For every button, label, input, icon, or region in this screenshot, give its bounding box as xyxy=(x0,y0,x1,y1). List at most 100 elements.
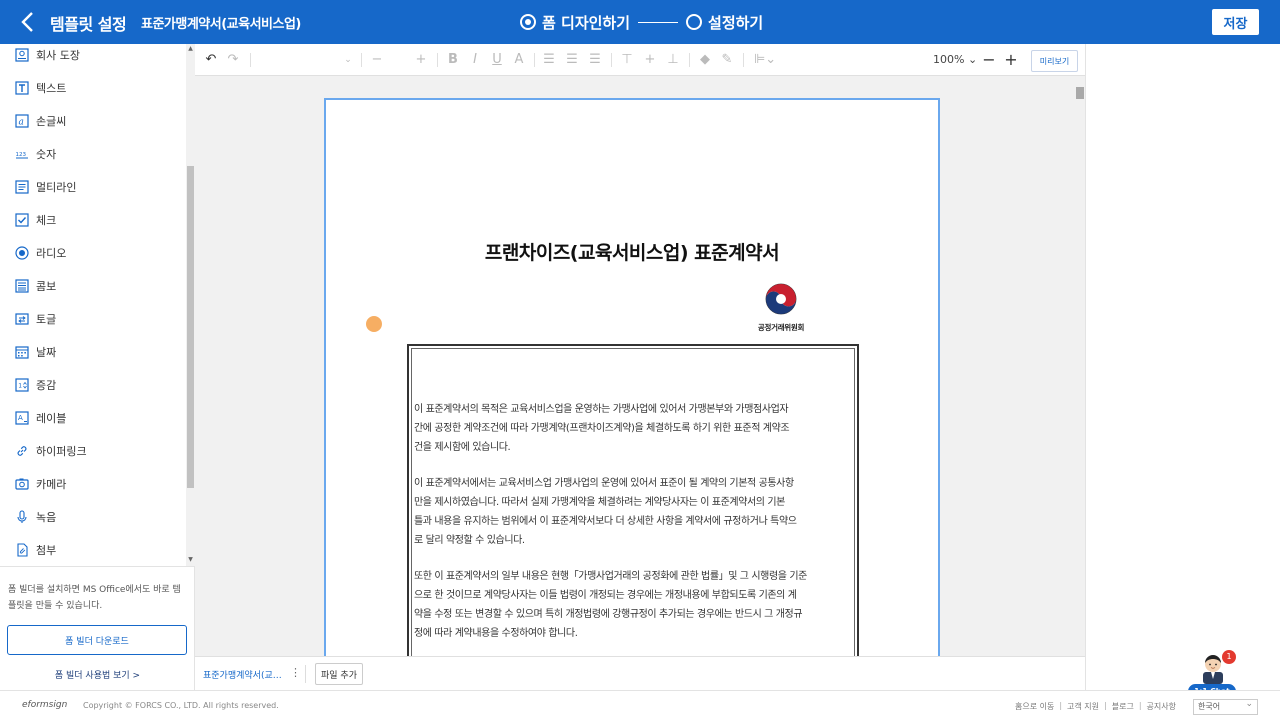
sidebar-divider xyxy=(0,566,195,567)
zoom-out-icon[interactable]: − xyxy=(981,52,997,68)
label-icon: A xyxy=(14,410,30,426)
footer-link-divider: | xyxy=(1059,701,1063,710)
font-dropdown-icon[interactable]: ⌄ xyxy=(340,52,356,68)
top-bar: 템플릿 설정 표준가맹계약서(교육서비스업) 폼 디자인하기 설정하기 저장 xyxy=(0,0,1280,44)
eformsign-logo: eformsign xyxy=(22,700,68,710)
file-tab[interactable]: 표준가맹계약서(교… xyxy=(203,668,282,681)
tool-check[interactable]: 체크 xyxy=(0,203,186,236)
font-color-icon[interactable]: A xyxy=(511,52,527,68)
component-sidebar: 회사 도장 텍스트 a 손글씨 123 숫자 멀티라인 체크 라디오 콤보 토글… xyxy=(0,44,195,690)
step-settings-label: 설정하기 xyxy=(708,13,764,32)
align-left-icon[interactable]: ☰ xyxy=(541,52,557,68)
undo-icon[interactable]: ↶ xyxy=(203,52,219,68)
footer-links: 홈으로 이동 | 고객 지원 | 블로그 | 공지사항 xyxy=(1015,701,1176,712)
toolbar-divider xyxy=(689,53,690,67)
underline-icon[interactable]: U xyxy=(489,52,505,68)
font-size-decrease-icon[interactable]: − xyxy=(369,52,385,68)
design-canvas[interactable]: 프랜차이즈(교육서비스업) 표준계약서 공정거래위원회 이 표준계약서의 목적은… xyxy=(195,76,1085,656)
italic-icon[interactable]: I xyxy=(467,52,483,68)
step-connector xyxy=(638,21,679,23)
sidebar-scrollbar[interactable]: ▲ ▼ xyxy=(186,44,195,566)
scroll-down-icon[interactable]: ▼ xyxy=(187,556,194,564)
footer-link-support[interactable]: 고객 지원 xyxy=(1067,701,1099,712)
bold-icon[interactable]: B xyxy=(445,52,461,68)
svg-text:a: a xyxy=(19,117,24,127)
footer-link-notice[interactable]: 공지사항 xyxy=(1147,701,1176,712)
step-form-design-label: 폼 디자인하기 xyxy=(542,13,631,32)
notice-box[interactable]: 이 표준계약서의 목적은 교육서비스업을 운영하는 가맹사업에 있어서 가맹본부… xyxy=(407,344,859,656)
tool-number[interactable]: 123 숫자 xyxy=(0,137,186,170)
footer: eformsign Copyright © FORCS CO., LTD. Al… xyxy=(0,690,1280,720)
radio-selected-icon xyxy=(520,14,536,30)
toolbar-divider xyxy=(437,53,438,67)
radio-unselected-icon xyxy=(686,14,703,30)
add-file-button[interactable]: 파일 추가 xyxy=(315,663,363,685)
document-page[interactable]: 프랜차이즈(교육서비스업) 표준계약서 공정거래위원회 이 표준계약서의 목적은… xyxy=(324,98,940,656)
align-bottom-icon[interactable]: ⊥ xyxy=(665,52,681,68)
step-form-design[interactable]: 폼 디자인하기 xyxy=(520,12,630,33)
file-tab-bar: 표준가맹계약서(교… ⋮ 파일 추가 xyxy=(195,656,1085,690)
more-options-icon[interactable]: ⋮ xyxy=(290,666,301,679)
step-indicator: 폼 디자인하기 설정하기 xyxy=(520,11,763,33)
zoom-level: 100% xyxy=(933,53,965,66)
align-middle-icon[interactable]: + xyxy=(642,52,658,68)
zoom-in-icon[interactable]: + xyxy=(1003,52,1019,68)
tool-text[interactable]: 텍스트 xyxy=(0,71,186,104)
tool-radio[interactable]: 라디오 xyxy=(0,236,186,269)
save-button[interactable]: 저장 xyxy=(1212,9,1259,35)
tool-company-stamp[interactable]: 회사 도장 xyxy=(0,44,186,71)
tool-camera[interactable]: 카메라 xyxy=(0,467,186,500)
sidebar-scroll-thumb[interactable] xyxy=(187,166,194,488)
tool-toggle[interactable]: 토글 xyxy=(0,302,186,335)
tool-recording[interactable]: 녹음 xyxy=(0,500,186,533)
number-icon: 123 xyxy=(14,146,30,162)
tool-combo[interactable]: 콤보 xyxy=(0,269,186,302)
attachment-icon xyxy=(14,542,30,558)
tool-handwriting[interactable]: a 손글씨 xyxy=(0,104,186,137)
language-select[interactable]: 한국어 xyxy=(1193,697,1258,715)
fill-color-icon[interactable]: ◆ xyxy=(697,52,713,68)
object-align-icon[interactable]: ⊫⌄ xyxy=(751,52,779,68)
tool-hyperlink[interactable]: 하이퍼링크 xyxy=(0,434,186,467)
stepper-icon: 1 xyxy=(14,377,30,393)
copyright-text: Copyright © FORCS CO., LTD. All rights r… xyxy=(83,701,279,710)
svg-text:A: A xyxy=(18,414,23,422)
footer-link-home[interactable]: 홈으로 이동 xyxy=(1015,701,1054,712)
calendar-icon xyxy=(14,344,30,360)
zoom-select[interactable]: 100% ⌄ xyxy=(933,53,977,66)
redo-icon[interactable]: ↷ xyxy=(225,52,241,68)
footer-link-blog[interactable]: 블로그 xyxy=(1112,701,1134,712)
page-title: 템플릿 설정 xyxy=(50,15,127,34)
chevron-down-icon: ⌄ xyxy=(967,53,978,66)
notice-paragraph: 이 표준계약서의 목적은 교육서비스업을 운영하는 가맹사업에 있어서 가맹본부… xyxy=(414,404,790,453)
editor-toolbar: ↶ ↷ ⌄ − + B I U A ☰ ☰ ☰ ⊤ + ⊥ ◆ ✎ ⊫⌄ 100… xyxy=(195,44,1085,76)
border-color-icon[interactable]: ✎ xyxy=(719,52,735,68)
align-right-icon[interactable]: ☰ xyxy=(587,52,603,68)
scroll-up-icon[interactable]: ▲ xyxy=(187,45,194,53)
tool-multiline[interactable]: 멀티라인 xyxy=(0,170,186,203)
preview-button[interactable]: 미리보기 xyxy=(1031,50,1078,72)
back-arrow-icon[interactable] xyxy=(18,9,38,35)
form-builder-usage-link[interactable]: 폼 빌더 사용법 보기 > xyxy=(0,668,195,681)
ftc-emblem-icon xyxy=(765,283,797,315)
toolbar-divider xyxy=(361,53,362,67)
toolbar-divider xyxy=(743,53,744,67)
canvas-scroll-thumb[interactable] xyxy=(1076,87,1084,99)
footer-link-divider: | xyxy=(1104,701,1107,710)
form-builder-download-button[interactable]: 폼 빌더 다운로드 xyxy=(7,625,187,655)
ftc-logo: 공정거래위원회 xyxy=(749,282,813,336)
mouse-cursor-indicator xyxy=(366,316,382,332)
tool-date[interactable]: 날짜 xyxy=(0,335,186,368)
toolbar-divider xyxy=(611,53,612,67)
step-settings[interactable]: 설정하기 xyxy=(686,12,763,33)
radio-icon xyxy=(14,245,30,261)
tool-attachment[interactable]: 첨부 xyxy=(0,533,186,566)
handwriting-icon: a xyxy=(14,113,30,129)
canvas-scrollbar[interactable] xyxy=(1076,83,1084,656)
align-center-icon[interactable]: ☰ xyxy=(564,52,580,68)
combo-icon xyxy=(14,278,30,294)
font-size-increase-icon[interactable]: + xyxy=(413,52,429,68)
align-top-icon[interactable]: ⊤ xyxy=(619,52,635,68)
tool-stepper[interactable]: 1 증감 xyxy=(0,368,186,401)
tool-label[interactable]: A 레이블 xyxy=(0,401,186,434)
